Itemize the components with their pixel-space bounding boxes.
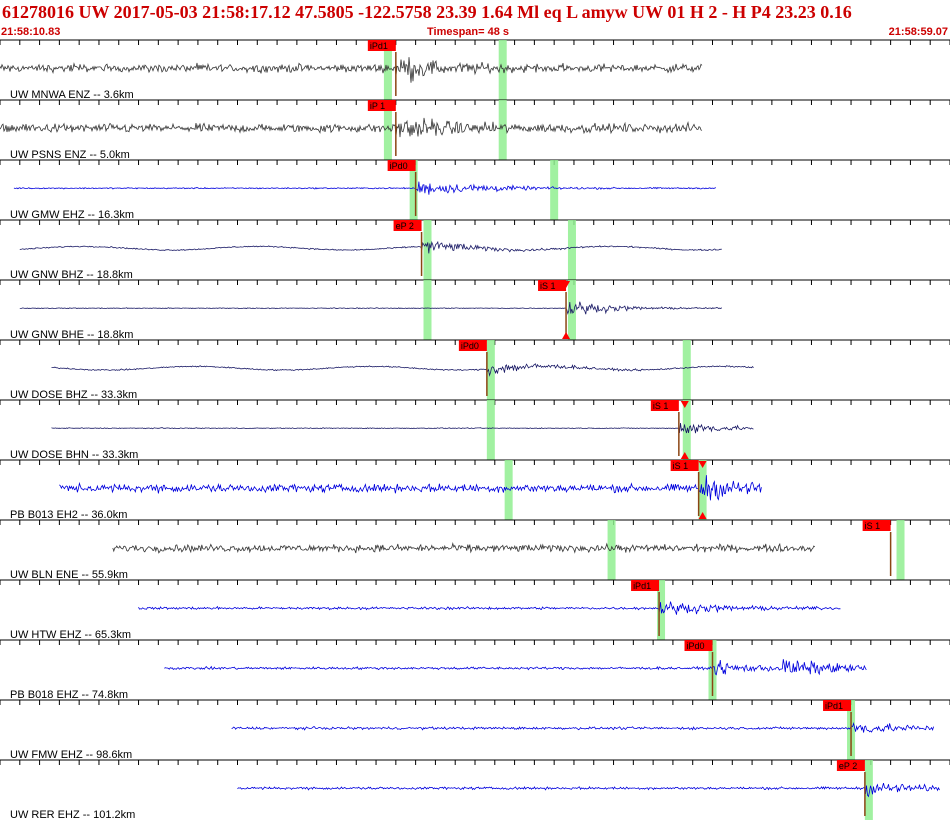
waveform-trace[interactable] [19,301,723,315]
predicted-arrival-marker [896,520,905,580]
phase-pick-label: iPd0 [687,641,705,651]
phase-pick-label: eP 2 [396,221,414,231]
predicted-arrival-marker [423,280,432,340]
predicted-arrival-marker [498,40,507,100]
phase-pick-label: iPd1 [370,41,388,51]
waveform-trace[interactable] [59,475,762,501]
waveform-trace[interactable] [51,363,754,377]
channel-label: UW DOSE BHZ -- 33.3km [10,389,137,401]
phase-pick-label: iPd1 [633,581,651,591]
waveform-trace[interactable] [138,601,841,615]
phase-pick-label: eP 2 [839,761,857,771]
channel-label: UW GNW BHZ -- 18.8km [10,269,133,281]
channel-label: UW DOSE BHN -- 33.3km [10,449,138,461]
waveform-trace[interactable] [51,422,754,434]
predicted-arrival-marker [607,520,616,580]
phase-pick-label: iP 1 [370,101,385,111]
channel-label: UW PSNS ENZ -- 5.0km [10,149,130,161]
predicted-arrival-marker [550,160,559,220]
channel-label: UW HTW EHZ -- 65.3km [10,629,131,641]
channel-label: PB B018 EHZ -- 74.8km [10,689,128,701]
seismogram-plot[interactable]: iPd1 UW MNWA ENZ -- 3.6km iP 1 UW PSNS ENZ … [0,0,950,820]
waveform-trace[interactable] [0,117,703,138]
predicted-arrival-marker [423,220,432,280]
predicted-arrival-marker [498,100,507,160]
channel-label: UW MNWA ENZ -- 3.6km [10,89,134,101]
waveform-trace[interactable] [0,57,703,83]
phase-pick-label: iPd1 [825,701,843,711]
waveform-trace[interactable] [112,541,816,554]
waveform-trace[interactable] [13,181,717,195]
predicted-arrival-marker [486,400,495,460]
predicted-arrival-marker [567,220,576,280]
waveform-trace[interactable] [164,659,867,676]
phase-pick-label: iPd0 [390,161,408,171]
phase-pick-label: iPd0 [461,341,479,351]
channel-label: PB B013 EH2 -- 36.0km [10,509,127,521]
channel-label: UW FMW EHZ -- 98.6km [10,749,132,761]
channel-label: UW RER EHZ -- 101.2km [10,809,135,820]
phase-pick-label: iS 1 [865,521,881,531]
phase-pick-label: iS 1 [540,281,556,291]
waveform-trace[interactable] [237,782,940,798]
waveform-trace[interactable] [231,722,934,733]
channel-label: UW GMW EHZ -- 16.3km [10,209,134,221]
phase-pick-label: iS 1 [653,401,669,411]
channel-label: UW BLN ENE -- 55.9km [10,569,128,581]
waveform-trace[interactable] [19,240,722,254]
channel-label: UW GNW BHE -- 18.8km [10,329,133,341]
phase-pick-label: iS 1 [673,461,689,471]
predicted-arrival-marker [682,340,691,400]
